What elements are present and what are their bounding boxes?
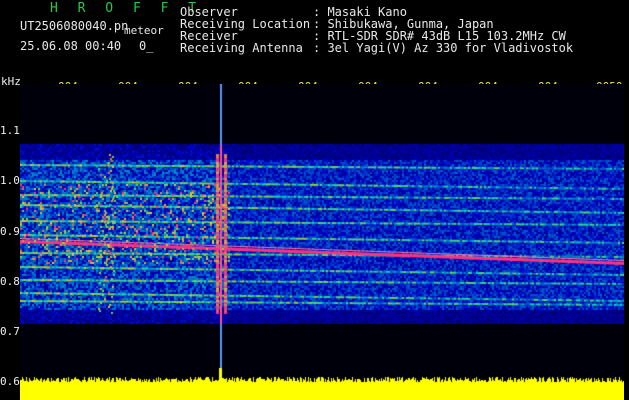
y-tick-label: 1.0 [0,174,20,187]
antenna-value: : 3el Yagi(V) Az 330 for Vladivostok [313,41,574,55]
y-tick-label: 0.7 [0,325,20,338]
antenna-label: Receiving Antenna [180,41,303,55]
y-tick-label: 0.6 [0,375,20,388]
datetime: 25.06.08 00:40 [20,39,122,53]
spectrogram-panel [20,84,624,400]
spectrogram-canvas [20,84,624,400]
y-unit-label: kHz [1,75,21,88]
filename: UT2506080040.pn [20,19,129,33]
y-tick-label: 0.8 [0,275,20,288]
meteor-tag: meteor [124,24,164,37]
y-tick-label: 0.9 [0,225,20,238]
counter: 0_ [139,39,154,53]
header: H R O F F T UT2506080040.pn meteor 25.06… [0,0,629,62]
y-tick-label: 1.1 [0,124,20,137]
